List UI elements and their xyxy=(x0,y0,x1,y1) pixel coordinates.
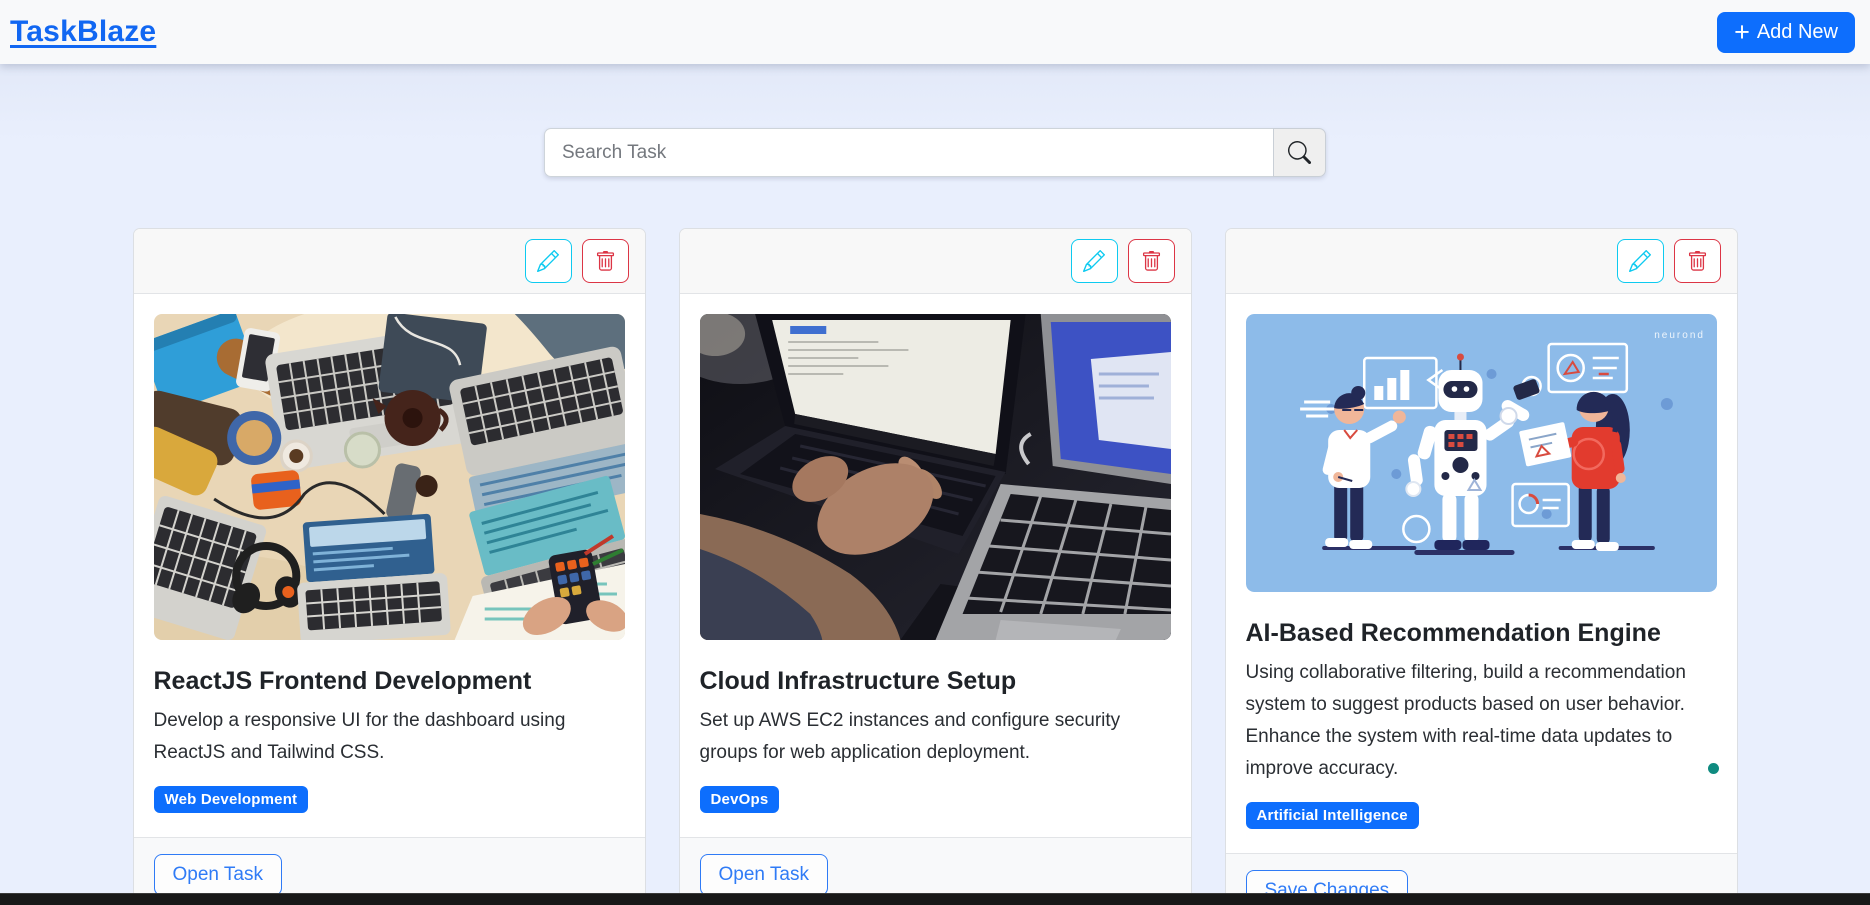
card-actions-bar xyxy=(1226,229,1737,294)
task-description: Set up AWS EC2 instances and configure s… xyxy=(700,705,1160,769)
delete-task-button[interactable] xyxy=(1674,239,1721,283)
delete-task-button[interactable] xyxy=(582,239,629,283)
add-new-button[interactable]: + Add New xyxy=(1717,12,1855,53)
trash-icon xyxy=(595,251,616,272)
plus-icon: + xyxy=(1734,22,1750,42)
card-actions-bar xyxy=(134,229,645,294)
task-image-team-workspace xyxy=(154,314,625,640)
task-card-cloud: DELL xyxy=(679,228,1192,905)
task-description: Using collaborative filtering, build a r… xyxy=(1246,657,1706,785)
edit-task-button[interactable] xyxy=(1071,239,1118,283)
image-watermark: neurond xyxy=(1654,330,1705,341)
task-cards-row: ReactJS Frontend Development Develop a r… xyxy=(133,228,1738,905)
task-card-ai: neurond xyxy=(1225,228,1738,905)
task-title: ReactJS Frontend Development xyxy=(154,667,625,696)
card-body: neurond xyxy=(1226,294,1737,853)
task-title: Cloud Infrastructure Setup xyxy=(700,667,1171,696)
pencil-icon xyxy=(537,250,559,272)
search-bar xyxy=(544,128,1326,177)
trash-icon xyxy=(1141,251,1162,272)
trash-icon xyxy=(1687,251,1708,272)
task-image-ai-illustration: neurond xyxy=(1246,314,1717,592)
category-badge: Web Development xyxy=(154,786,309,813)
app-header: TaskBlaze + Add New xyxy=(0,0,1870,64)
search-input[interactable] xyxy=(544,128,1273,177)
open-task-button[interactable]: Open Task xyxy=(154,854,282,896)
task-title: AI-Based Recommendation Engine xyxy=(1246,619,1717,648)
bottom-screen-edge xyxy=(0,893,1870,905)
open-task-button[interactable]: Open Task xyxy=(700,854,828,896)
card-body: DELL xyxy=(680,294,1191,837)
edit-task-button[interactable] xyxy=(525,239,572,283)
search-icon xyxy=(1288,141,1311,164)
card-body: ReactJS Frontend Development Develop a r… xyxy=(134,294,645,837)
delete-task-button[interactable] xyxy=(1128,239,1175,283)
task-image-developer-typing: DELL xyxy=(700,314,1171,640)
task-card-reactjs: ReactJS Frontend Development Develop a r… xyxy=(133,228,646,905)
pencil-icon xyxy=(1629,250,1651,272)
status-dot xyxy=(1708,763,1719,774)
card-actions-bar xyxy=(680,229,1191,294)
main-content: ReactJS Frontend Development Develop a r… xyxy=(0,64,1870,905)
add-new-label: Add New xyxy=(1757,21,1838,44)
task-description: Develop a responsive UI for the dashboar… xyxy=(154,705,614,769)
edit-task-button[interactable] xyxy=(1617,239,1664,283)
search-button[interactable] xyxy=(1273,128,1326,177)
app-logo-link[interactable]: TaskBlaze xyxy=(10,15,156,49)
pencil-icon xyxy=(1083,250,1105,272)
category-badge: DevOps xyxy=(700,786,780,813)
category-badge: Artificial Intelligence xyxy=(1246,802,1419,829)
